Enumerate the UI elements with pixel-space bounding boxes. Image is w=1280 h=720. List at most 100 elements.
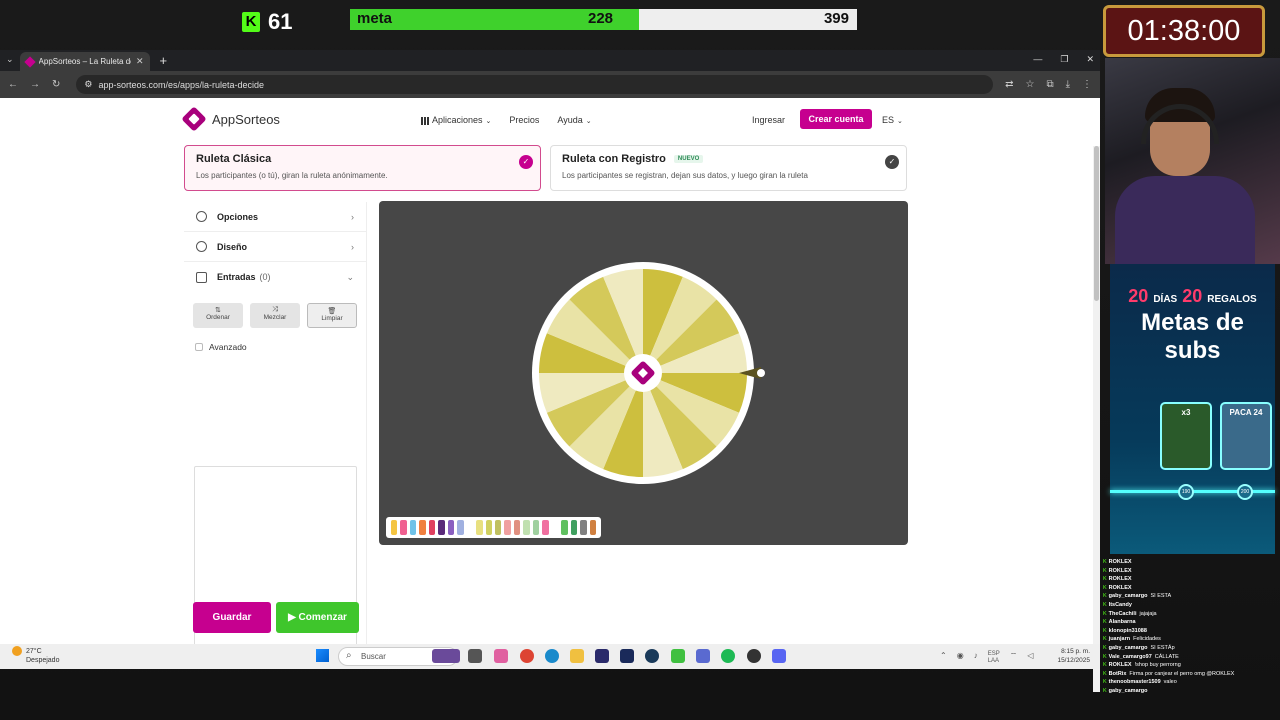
palette-swatch[interactable]: [447, 520, 455, 535]
edge-icon[interactable]: [545, 649, 559, 663]
palette-swatch[interactable]: [409, 520, 417, 535]
chat-username[interactable]: ROKLEX: [1109, 568, 1132, 574]
signup-button[interactable]: Crear cuenta: [800, 109, 872, 129]
chat-username[interactable]: gaby_camargo: [1109, 645, 1148, 651]
reload-icon[interactable]: ↻: [52, 79, 60, 90]
minimize-icon[interactable]: —: [1033, 54, 1042, 65]
palette-swatch[interactable]: [523, 520, 530, 535]
chat-username[interactable]: thenoobmaster1509: [1109, 679, 1161, 685]
premiere-icon[interactable]: [595, 649, 609, 663]
kick-app-icon[interactable]: [671, 649, 685, 663]
chat-username[interactable]: ROKLEX: [1109, 559, 1132, 565]
weather-widget[interactable]: 27°C Despejado: [12, 646, 59, 665]
wheel-canvas[interactable]: [379, 201, 908, 545]
palette-swatch[interactable]: [485, 520, 492, 535]
scroll-thumb[interactable]: [1094, 146, 1099, 301]
save-button[interactable]: Guardar: [193, 602, 271, 633]
accordion-opciones[interactable]: Opciones ›: [184, 202, 366, 232]
network-icon[interactable]: ◉: [957, 651, 964, 665]
login-link[interactable]: Ingresar: [752, 115, 785, 125]
chat-username[interactable]: ROKLEX: [1109, 662, 1132, 668]
url-field[interactable]: ⚙ app-sorteos.com/es/apps/la-ruleta-deci…: [76, 75, 994, 94]
obs-icon[interactable]: [747, 649, 761, 663]
chrome-icon[interactable]: [520, 649, 534, 663]
palette-swatch[interactable]: [589, 520, 596, 535]
download-icon[interactable]: ⤓: [1066, 79, 1070, 90]
close-window-icon[interactable]: ✕: [1086, 54, 1094, 65]
tab-list-chevron-icon[interactable]: ⌄: [6, 54, 14, 65]
chat-username[interactable]: Alanbarna: [1109, 619, 1136, 625]
tray-chevron-icon[interactable]: ⌃: [940, 651, 947, 665]
site-logo[interactable]: AppSorteos: [181, 106, 280, 132]
steam-icon[interactable]: [645, 649, 659, 663]
mode-card-registro[interactable]: Ruleta con Registro NUEVO Los participant…: [550, 145, 907, 191]
palette-swatch[interactable]: [504, 520, 511, 535]
clear-button[interactable]: 🗑 Limpiar: [306, 303, 357, 328]
palette-swatch[interactable]: [494, 520, 502, 535]
menu-icon[interactable]: ⋮: [1082, 79, 1092, 90]
chat-username[interactable]: ItsCandy: [1109, 602, 1132, 608]
palette-swatch[interactable]: [532, 520, 540, 535]
chat-username[interactable]: TheCachili: [1109, 611, 1137, 617]
chat-username[interactable]: klonopin31088: [1109, 628, 1147, 634]
translate-icon[interactable]: ⇄: [1005, 79, 1013, 90]
entries-textarea[interactable]: [194, 466, 357, 669]
chat-username[interactable]: ROKLEX: [1109, 585, 1132, 591]
palette-swatch[interactable]: [476, 520, 483, 535]
taskbar-clock[interactable]: 8:15 p. m. 15/12/2025: [1057, 647, 1090, 665]
volume-icon[interactable]: ◁: [1027, 651, 1033, 665]
windows-start-icon[interactable]: [316, 649, 329, 662]
palette-swatch[interactable]: [438, 520, 445, 535]
chat-username[interactable]: BotRix: [1109, 671, 1127, 677]
advanced-checkbox[interactable]: [195, 343, 203, 351]
task-view-icon[interactable]: [468, 649, 482, 663]
extensions-icon[interactable]: ⧉: [1046, 79, 1053, 90]
palette-swatch[interactable]: [466, 520, 474, 535]
site-info-icon[interactable]: ⚙: [84, 79, 92, 90]
shuffle-button[interactable]: ⤨ Mezclar: [249, 303, 300, 328]
bookmark-star-icon[interactable]: ☆: [1025, 79, 1034, 90]
accordion-entradas[interactable]: Entradas (0) ⌄: [184, 262, 366, 292]
language-selector[interactable]: ES ⌄: [882, 115, 903, 125]
new-tab-icon[interactable]: +: [160, 53, 168, 68]
close-tab-icon[interactable]: ✕: [136, 56, 144, 67]
palette-swatch[interactable]: [457, 520, 464, 535]
palette-swatch[interactable]: [551, 520, 559, 535]
palette-swatch[interactable]: [570, 520, 578, 535]
maximize-icon[interactable]: ❐: [1060, 54, 1068, 65]
mic-icon[interactable]: ♪: [974, 651, 978, 665]
back-icon[interactable]: ←: [8, 79, 18, 90]
advanced-toggle[interactable]: Avanzado: [195, 342, 366, 352]
audition-icon[interactable]: [620, 649, 634, 663]
copilot-icon[interactable]: [494, 649, 508, 663]
nav-ayuda[interactable]: Ayuda ⌄: [557, 115, 591, 125]
wifi-icon[interactable]: ⌔: [1010, 651, 1018, 665]
accordion-diseno[interactable]: Diseño ›: [184, 232, 366, 262]
nav-aplicaciones[interactable]: Aplicaciones ⌄: [421, 115, 491, 125]
tab-appsorteos[interactable]: AppSorteos – La Ruleta de la S ✕: [19, 52, 150, 71]
nav-precios[interactable]: Precios: [509, 115, 539, 125]
chat-username[interactable]: juanjarn: [1109, 636, 1130, 642]
palette-swatch[interactable]: [428, 520, 436, 535]
start-button[interactable]: ▶ Comenzar: [276, 602, 359, 633]
palette-swatch[interactable]: [391, 520, 398, 535]
sort-button[interactable]: ⇅ Ordenar: [193, 303, 243, 328]
forward-icon[interactable]: →: [30, 79, 40, 90]
page-scrollbar[interactable]: [1093, 146, 1100, 692]
roulette-wheel[interactable]: [379, 201, 908, 545]
chat-username[interactable]: gaby_camargo: [1109, 593, 1148, 599]
chat-username[interactable]: gaby_camargo: [1109, 688, 1148, 694]
palette-swatch[interactable]: [580, 520, 587, 535]
palette-swatch[interactable]: [400, 520, 407, 535]
palette-swatch[interactable]: [561, 520, 568, 535]
spotify-icon[interactable]: [721, 649, 735, 663]
palette-swatch[interactable]: [542, 520, 549, 535]
discord-icon[interactable]: [772, 649, 786, 663]
teams-icon[interactable]: [696, 649, 710, 663]
palette-swatch[interactable]: [513, 520, 521, 535]
chat-username[interactable]: Vale_camargo97: [1109, 654, 1152, 660]
file-explorer-icon[interactable]: [570, 649, 584, 663]
palette-swatch[interactable]: [419, 520, 426, 535]
language-indicator[interactable]: ESP LAA: [988, 651, 1000, 665]
color-palette-picker[interactable]: [386, 517, 601, 538]
